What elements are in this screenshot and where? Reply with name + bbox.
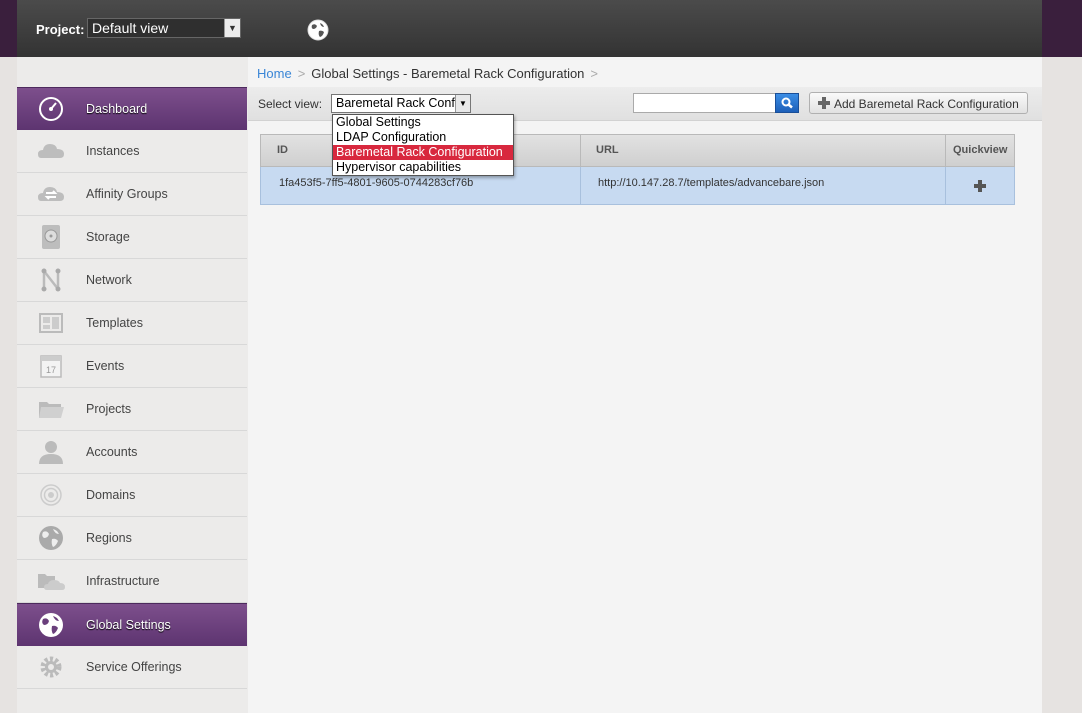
user-icon	[39, 441, 63, 464]
sidebar-item-templates[interactable]: Templates	[17, 302, 247, 345]
sidebar-item-affinity-groups[interactable]: Affinity Groups	[17, 173, 247, 216]
dashboard-icon	[39, 97, 63, 121]
select-view-value: Baremetal Rack Conf	[336, 96, 455, 110]
column-header-id[interactable]: ID	[277, 135, 288, 166]
breadcrumb: Home > Global Settings - Baremetal Rack Co…	[257, 66, 604, 81]
folder-icon	[39, 402, 64, 418]
sidebar-item-label: Service Offerings	[86, 660, 182, 674]
sidebar-item-label: Templates	[86, 316, 143, 330]
chevron-down-icon: ▼	[224, 19, 240, 37]
sidebar-item-label: Projects	[86, 402, 132, 416]
project-select[interactable]: Default view ▼	[87, 18, 241, 38]
sidebar-item-global-settings[interactable]: Global Settings	[17, 603, 247, 647]
dropdown-option-ldap-configuration[interactable]: LDAP Configuration	[333, 130, 513, 145]
quickview-plus-icon[interactable]	[973, 179, 987, 193]
dropdown-option-baremetal-rack-configuration[interactable]: Baremetal Rack Configuration	[333, 145, 513, 160]
infrastructure-icon	[38, 574, 65, 590]
sidebar-item-label: Storage	[86, 230, 130, 244]
templates-icon	[39, 313, 63, 333]
dropdown-option-hypervisor-capabilities[interactable]: Hypervisor capabilities	[333, 160, 513, 175]
breadcrumb-separator: >	[590, 66, 599, 81]
globe-icon	[39, 526, 63, 550]
network-icon	[41, 268, 61, 292]
sidebar-item-label: Network	[86, 273, 132, 287]
sidebar-item-label: Global Settings	[86, 618, 171, 632]
project-select-value: Default view	[92, 20, 169, 36]
breadcrumb-current: Global Settings - Baremetal Rack Configu…	[311, 66, 585, 81]
search-icon	[781, 97, 793, 109]
add-baremetal-rack-button[interactable]: Add Baremetal Rack Configuration	[809, 92, 1028, 114]
sidebar: Dashboard Instances Affinity Groups Stor…	[17, 57, 249, 713]
affinity-cloud-icon	[38, 187, 64, 201]
project-label: Project:	[36, 22, 85, 37]
dropdown-option-global-settings[interactable]: Global Settings	[333, 115, 513, 130]
sidebar-item-events[interactable]: 17 Events	[17, 345, 247, 388]
sidebar-item-dashboard[interactable]: Dashboard	[17, 87, 247, 131]
search-button[interactable]	[775, 93, 799, 113]
globe-icon[interactable]	[306, 18, 330, 42]
cloud-icon	[38, 144, 64, 158]
sidebar-item-accounts[interactable]: Accounts	[17, 431, 247, 474]
column-header-quickview: Quickview	[953, 144, 1008, 156]
sidebar-item-label: Accounts	[86, 445, 138, 459]
sidebar-item-label: Dashboard	[86, 102, 148, 116]
sidebar-item-projects[interactable]: Projects	[17, 388, 247, 431]
column-divider	[945, 167, 946, 204]
select-view-label: Select view:	[258, 97, 323, 111]
column-divider	[945, 135, 946, 166]
sidebar-item-network[interactable]: Network	[17, 259, 247, 302]
cell-url: http://10.147.28.7/templates/advancebare…	[598, 177, 825, 189]
select-view-dropdown[interactable]: Baremetal Rack Conf ▼	[331, 94, 471, 113]
sidebar-item-infrastructure[interactable]: Infrastructure	[17, 560, 247, 603]
plus-icon	[818, 97, 830, 109]
calendar-date: 17	[46, 365, 56, 375]
sidebar-item-service-offerings[interactable]: Service Offerings	[17, 646, 247, 689]
calendar-icon: 17	[40, 355, 62, 378]
sidebar-item-label: Affinity Groups	[86, 187, 168, 201]
sidebar-item-label: Events	[86, 359, 125, 373]
domains-icon	[40, 484, 62, 506]
breadcrumb-separator: >	[297, 66, 306, 81]
column-divider	[580, 167, 581, 204]
column-divider	[580, 135, 581, 166]
select-view-options: Global Settings LDAP Configuration Barem…	[332, 114, 514, 176]
storage-icon	[42, 225, 60, 249]
add-button-label: Add Baremetal Rack Configuration	[834, 97, 1019, 111]
globe-icon	[39, 613, 63, 637]
column-header-url[interactable]: URL	[596, 135, 619, 166]
sidebar-item-label: Regions	[86, 531, 132, 545]
top-header: Project: Default view ▼	[17, 0, 1042, 58]
sidebar-item-domains[interactable]: Domains	[17, 474, 247, 517]
sidebar-item-regions[interactable]: Regions	[17, 517, 247, 560]
cell-id: 1fa453f5-7ff5-4801-9605-0744283cf76b	[279, 177, 474, 189]
sidebar-item-label: Infrastructure	[86, 574, 160, 588]
breadcrumb-home-link[interactable]: Home	[257, 66, 292, 81]
sidebar-item-instances[interactable]: Instances	[17, 130, 247, 173]
gear-icon	[40, 656, 62, 678]
sidebar-item-storage[interactable]: Storage	[17, 216, 247, 259]
sidebar-item-label: Instances	[86, 144, 140, 158]
chevron-down-icon: ▼	[455, 95, 470, 112]
search-input[interactable]	[633, 93, 776, 113]
sidebar-item-label: Domains	[86, 488, 136, 502]
